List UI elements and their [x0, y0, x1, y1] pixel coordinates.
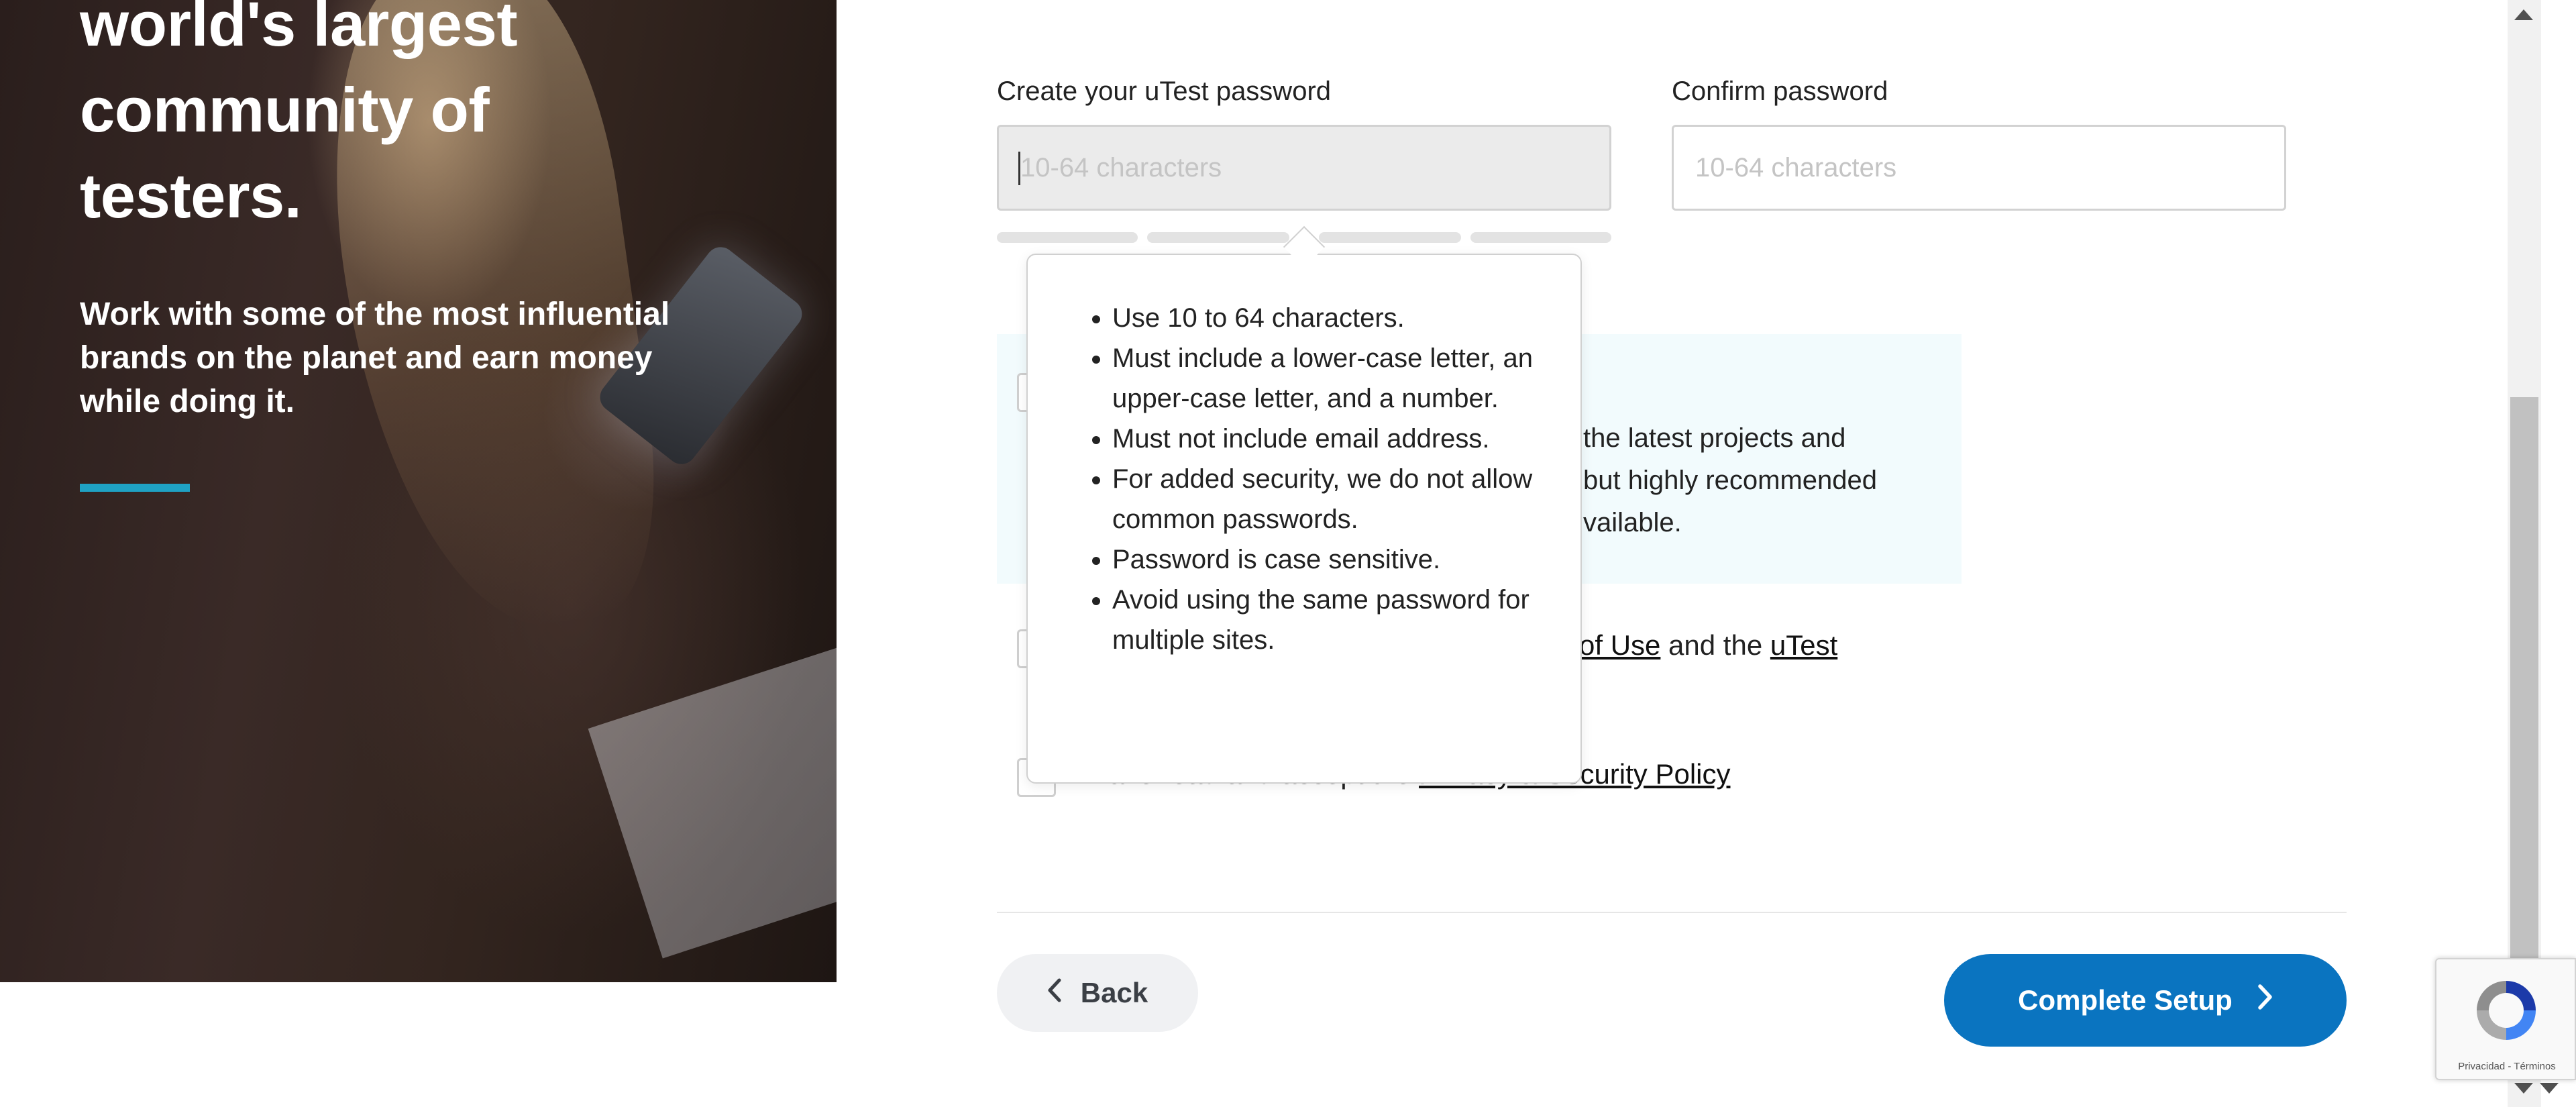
complete-setup-label: Complete Setup [2018, 984, 2233, 1016]
hero-panel: world's largest community of testers. Wo… [0, 0, 837, 982]
hero-headline: world's largest community of testers. [80, 0, 684, 239]
recaptcha-logo-icon [2469, 973, 2544, 1051]
terms-text: of Use and the uTest [1579, 629, 1837, 662]
password-input[interactable] [997, 125, 1611, 211]
strength-segment-4 [1470, 232, 1611, 243]
password-rule: Avoid using the same password for multip… [1112, 580, 1542, 660]
hero-headline-line-3: testers. [80, 160, 302, 231]
confirm-password-input[interactable] [1672, 125, 2286, 211]
back-button-label: Back [1080, 977, 1148, 1008]
terms-of-use-link[interactable]: of Use [1579, 629, 1660, 661]
confirm-password-label: Confirm password [1672, 76, 1888, 106]
password-rules-tooltip: Use 10 to 64 characters. Must include a … [1026, 254, 1582, 784]
recaptcha-terms-text[interactable]: Privacidad - Términos [2442, 1061, 2572, 1072]
scroll-down-arrow-icon[interactable] [2514, 1083, 2533, 1094]
scroll-down-arrow-icon[interactable] [2540, 1083, 2559, 1094]
password-rule: For added security, we do not allow comm… [1112, 459, 1542, 539]
newsletter-line-3: vailable. [1583, 508, 1682, 537]
newsletter-line-1: the latest projects and [1583, 423, 1846, 453]
strength-segment-1 [997, 232, 1138, 243]
footer-divider [997, 912, 2347, 913]
hero-accent-bar [80, 484, 190, 492]
text-caret [1018, 152, 1020, 185]
password-label: Create your uTest password [997, 76, 1332, 106]
password-rule: Must not include email address. [1112, 419, 1542, 459]
scrollbar-thumb[interactable] [2510, 397, 2538, 961]
newsletter-optin-text: the latest projects and but highly recom… [1583, 417, 1959, 544]
hero-subtext: Work with some of the most influential b… [80, 297, 670, 419]
hero-headline-line-1: world's largest [80, 0, 518, 59]
chevron-right-icon [2257, 984, 2273, 1017]
strength-segment-2 [1147, 232, 1289, 243]
password-rule: Password is case sensitive. [1112, 539, 1542, 580]
hero-photo-paper [588, 625, 837, 959]
terms-middle-text: and the [1660, 629, 1770, 661]
back-button[interactable]: Back [997, 954, 1198, 1032]
hero-headline-line-2: community of [80, 74, 490, 145]
password-rules-list: Use 10 to 64 characters. Must include a … [1112, 298, 1542, 660]
recaptcha-badge[interactable]: Privacidad - Términos [2435, 958, 2576, 1080]
password-rule: Must include a lower-case letter, an upp… [1112, 338, 1542, 419]
chevron-left-icon [1047, 977, 1062, 1009]
utest-link[interactable]: uTest [1770, 629, 1837, 661]
newsletter-line-2: but highly recommended [1583, 466, 1878, 495]
strength-segment-3 [1319, 232, 1461, 243]
complete-setup-button[interactable]: Complete Setup [1944, 954, 2347, 1047]
password-rule: Use 10 to 64 characters. [1112, 298, 1542, 338]
scroll-up-arrow-icon[interactable] [2514, 9, 2533, 20]
